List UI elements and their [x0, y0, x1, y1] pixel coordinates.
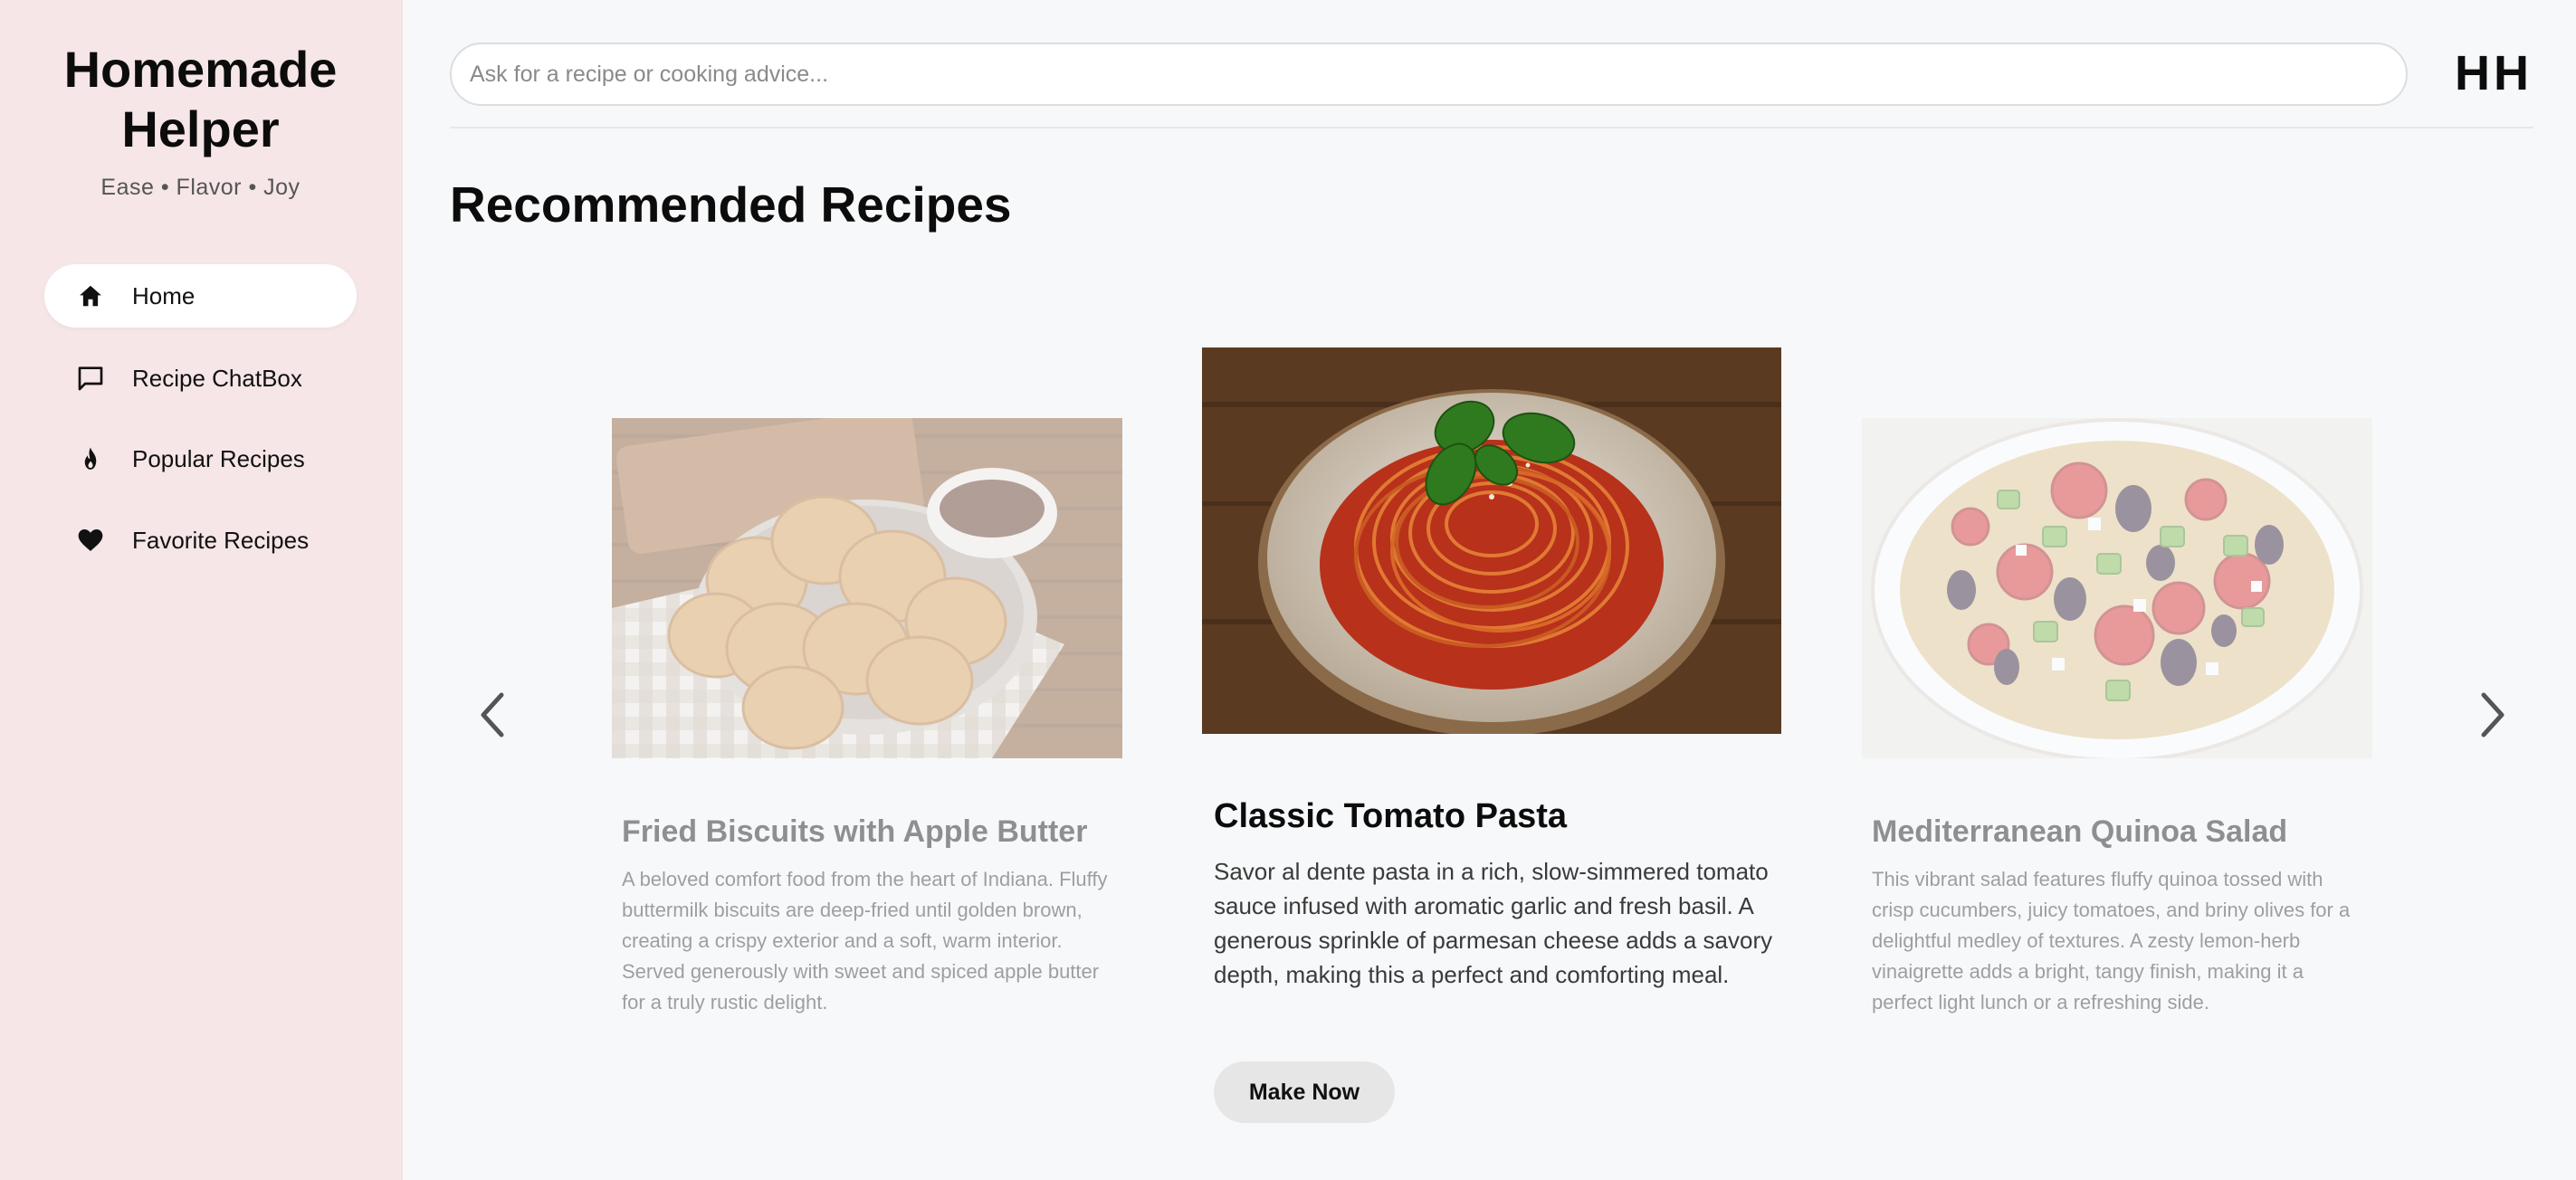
card-description: Savor al dente pasta in a rich, slow-sim… [1214, 858, 1773, 988]
tomato-pasta-image [1202, 347, 1781, 734]
quinoa-salad-image [1862, 418, 2372, 758]
carousel-prev-button[interactable] [465, 683, 520, 747]
fried-biscuits-image [612, 418, 1122, 758]
recipe-card-fried-biscuits[interactable]: Fried Biscuits with Apple Butter A belov… [612, 418, 1122, 1033]
sidebar-item-label: Recipe ChatBox [132, 364, 302, 392]
chevron-right-icon [2481, 692, 2504, 738]
sidebar-item-popular-recipes[interactable]: Popular Recipes [44, 427, 357, 490]
brand-tagline: Ease • Flavor • Joy [100, 175, 301, 200]
sidebar-item-home[interactable]: Home [44, 264, 357, 328]
card-title: Classic Tomato Pasta [1214, 797, 1568, 835]
sidebar: Homemade Helper Ease • Flavor • Joy Home… [0, 0, 403, 1180]
sidebar-item-label: Home [132, 281, 196, 309]
heart-icon [75, 525, 106, 556]
fire-icon [75, 443, 106, 474]
search-input[interactable] [450, 43, 2408, 106]
sidebar-item-label: Favorite Recipes [132, 526, 310, 554]
carousel-next-button[interactable] [2466, 683, 2520, 747]
brand-title-line1: Homemade [63, 41, 338, 98]
home-icon [75, 281, 106, 311]
card-title: Fried Biscuits with Apple Butter [622, 814, 1088, 849]
chat-icon [75, 363, 106, 394]
make-now-button[interactable]: Make Now [1214, 1061, 1395, 1123]
brand-title-line2: Helper [121, 100, 280, 157]
card-title: Mediterranean Quinoa Salad [1872, 814, 2288, 849]
header-divider [450, 127, 2533, 128]
recipe-card-mediterranean-quinoa-salad[interactable]: Mediterranean Quinoa Salad This vibrant … [1862, 418, 2372, 1033]
sidebar-item-label: Popular Recipes [132, 444, 305, 472]
sidebar-item-favorite-recipes[interactable]: Favorite Recipes [44, 509, 357, 572]
recipe-card-classic-tomato-pasta[interactable]: Classic Tomato Pasta Savor al dente past… [1202, 347, 1781, 1144]
card-description: A beloved comfort food from the heart of… [622, 868, 1108, 1013]
app-root: Homemade Helper Ease • Flavor • Joy Home… [0, 0, 2576, 1180]
card-description: This vibrant salad features fluffy quino… [1872, 868, 2351, 1013]
sidebar-item-recipe-chatbox[interactable]: Recipe ChatBox [44, 347, 357, 410]
brand-title: Homemade Helper [0, 40, 401, 159]
user-avatar[interactable]: HH [2444, 42, 2543, 105]
page-title: Recommended Recipes [450, 176, 1012, 233]
chevron-left-icon [481, 692, 504, 738]
